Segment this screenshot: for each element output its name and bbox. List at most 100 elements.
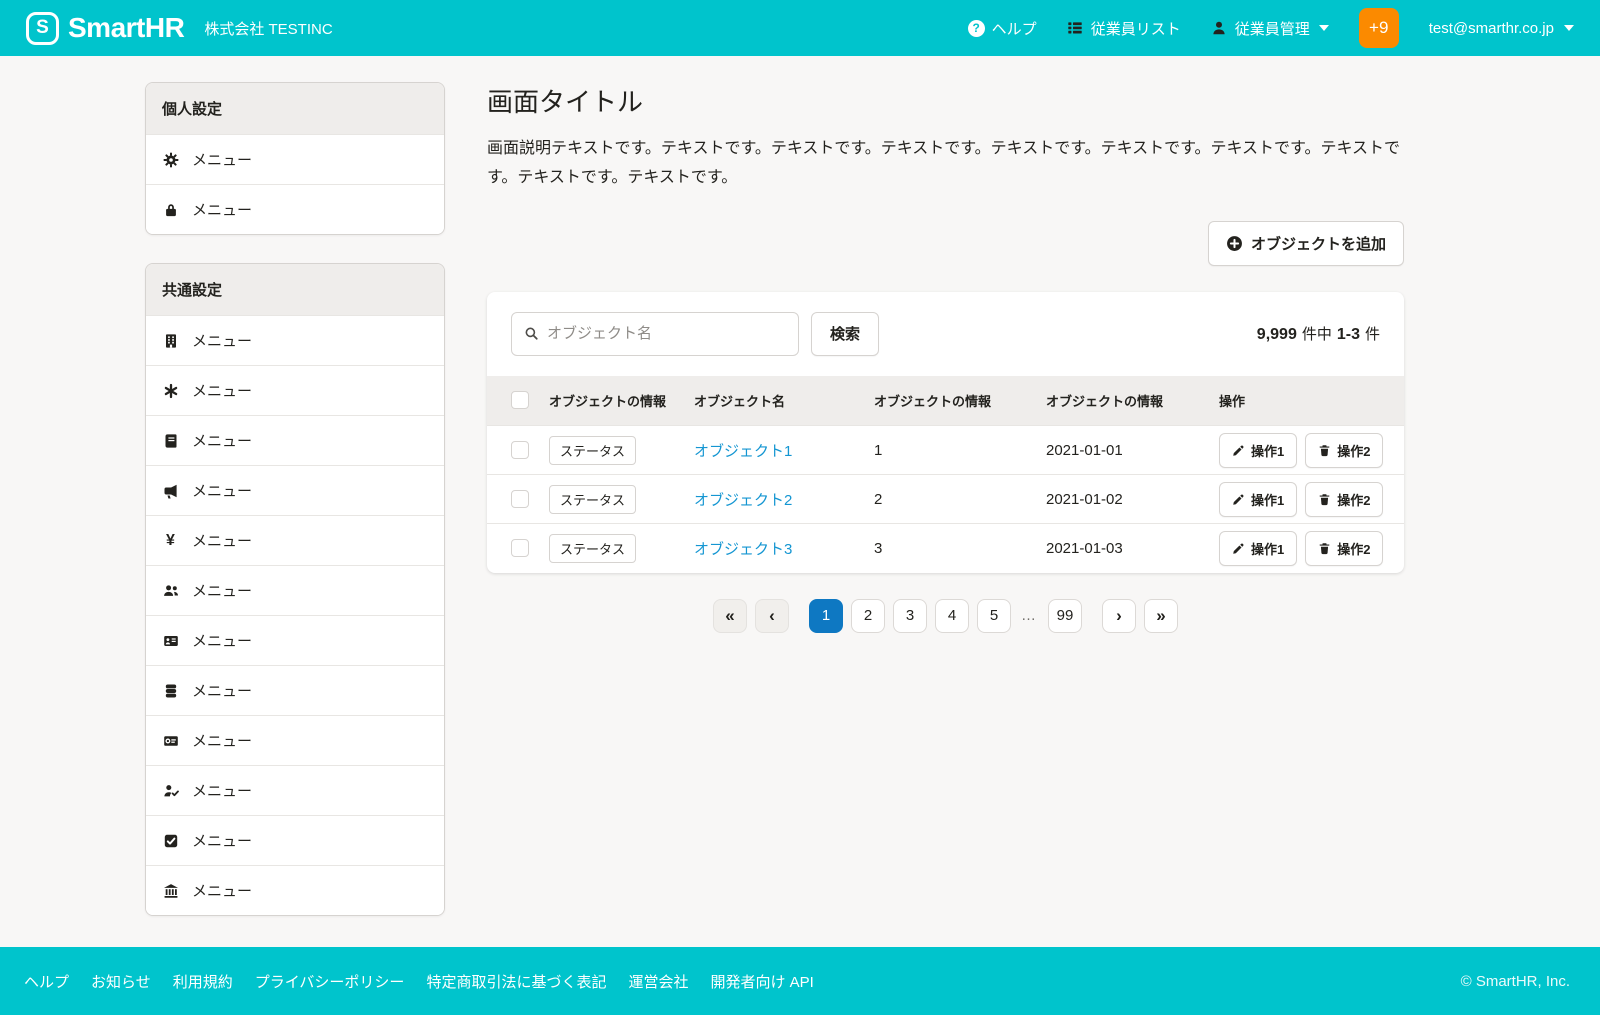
- sidebar-item-asterisk-menu[interactable]: メニュー: [146, 365, 444, 415]
- sidebar-item-label: メニュー: [192, 330, 252, 351]
- object-info: 1: [864, 426, 1036, 475]
- table-row: ステータス オブジェクト3 3 2021-01-03 操作1: [487, 524, 1404, 573]
- building-icon: [162, 332, 179, 349]
- sidebar-section-common: 共通設定 メニュー メニュー メニュー: [145, 263, 445, 916]
- sidebar-item-megaphone-menu[interactable]: メニュー: [146, 465, 444, 515]
- object-link[interactable]: オブジェクト1: [694, 443, 792, 460]
- result-total: 9,999: [1257, 326, 1297, 344]
- account-menu[interactable]: test@smarthr.co.jp: [1429, 20, 1574, 37]
- add-object-button[interactable]: オブジェクトを追加: [1208, 221, 1404, 266]
- sidebar-item-building-menu[interactable]: メニュー: [146, 316, 444, 365]
- id-card-icon: [162, 632, 179, 649]
- notification-badge[interactable]: +9: [1359, 8, 1399, 48]
- header-nav: ヘルプ 従業員リスト 従業員管理 +9 test@smarthr.co.jp: [968, 8, 1574, 48]
- footer-link-help[interactable]: ヘルプ: [24, 971, 69, 992]
- page-button-2[interactable]: 2: [851, 599, 885, 633]
- sidebar-item-users-menu[interactable]: メニュー: [146, 565, 444, 615]
- page-button-4[interactable]: 4: [935, 599, 969, 633]
- sidebar-item-gear-menu[interactable]: メニュー: [146, 135, 444, 184]
- object-date: 2021-01-02: [1036, 475, 1209, 524]
- sidebar-item-label: メニュー: [192, 830, 252, 851]
- sidebar-item-checkbox-menu[interactable]: メニュー: [146, 815, 444, 865]
- row-checkbox[interactable]: [511, 490, 529, 508]
- asterisk-icon: [162, 382, 179, 399]
- footer-link-news[interactable]: お知らせ: [91, 971, 151, 992]
- pencil-icon: [1232, 444, 1245, 457]
- sidebar-item-yen-menu[interactable]: メニュー: [146, 515, 444, 565]
- employee-admin-dropdown[interactable]: 従業員管理: [1211, 18, 1329, 39]
- column-header: オブジェクト名: [684, 376, 864, 426]
- yen-icon: [162, 532, 179, 549]
- page-button-99[interactable]: 99: [1048, 599, 1082, 633]
- sidebar-item-book-menu[interactable]: メニュー: [146, 415, 444, 465]
- status-badge: ステータス: [549, 534, 636, 563]
- employee-list-button[interactable]: 従業員リスト: [1067, 18, 1181, 39]
- result-range: 1-3: [1337, 326, 1360, 344]
- megaphone-icon: [162, 482, 179, 499]
- first-page-button[interactable]: «: [713, 599, 747, 633]
- last-page-button[interactable]: »: [1144, 599, 1178, 633]
- edit-action-button[interactable]: 操作1: [1219, 531, 1297, 566]
- row-checkbox[interactable]: [511, 441, 529, 459]
- delete-action-button[interactable]: 操作2: [1305, 482, 1383, 517]
- footer-link-developer-api[interactable]: 開発者向け API: [710, 971, 813, 992]
- trash-icon: [1318, 493, 1331, 506]
- page-button-1[interactable]: 1: [809, 599, 843, 633]
- smarthr-logo[interactable]: S SmartHR: [26, 12, 184, 45]
- sidebar-item-bank-menu[interactable]: メニュー: [146, 865, 444, 915]
- sidebar-item-database-menu[interactable]: メニュー: [146, 665, 444, 715]
- main-panel: 画面タイトル 画面説明テキストです。テキストです。テキストです。テキストです。テ…: [487, 82, 1404, 633]
- footer-links: ヘルプ お知らせ 利用規約 プライバシーポリシー 特定商取引法に基づく表記 運営…: [24, 971, 814, 992]
- select-all-checkbox[interactable]: [511, 391, 529, 409]
- help-question-icon: [968, 20, 985, 37]
- edit-action-button[interactable]: 操作1: [1219, 433, 1297, 468]
- table-row: ステータス オブジェクト1 1 2021-01-01 操作1: [487, 426, 1404, 475]
- sidebar-item-person-check-menu[interactable]: メニュー: [146, 765, 444, 815]
- sidebar-item-label: メニュー: [192, 480, 252, 501]
- edit-action-button[interactable]: 操作1: [1219, 482, 1297, 517]
- page-button-3[interactable]: 3: [893, 599, 927, 633]
- delete-action-button[interactable]: 操作2: [1305, 531, 1383, 566]
- footer-link-commerce-law[interactable]: 特定商取引法に基づく表記: [426, 971, 606, 992]
- page-button-5[interactable]: 5: [977, 599, 1011, 633]
- status-badge: ステータス: [549, 436, 636, 465]
- search-box: [511, 312, 799, 356]
- content-area: 個人設定 メニュー メニュー 共通設定 メニュー: [0, 56, 1600, 921]
- caret-down-icon: [1319, 25, 1329, 31]
- help-button[interactable]: ヘルプ: [968, 18, 1037, 39]
- pagination: « ‹ 1 2 3 4 5 … 99 › »: [487, 599, 1404, 633]
- result-count: 9,999 件中 1-3 件: [1257, 323, 1380, 344]
- footer-link-terms[interactable]: 利用規約: [173, 971, 233, 992]
- page-title: 画面タイトル: [487, 82, 1404, 119]
- sidebar-item-label: メニュー: [192, 149, 252, 170]
- search-icon: [524, 326, 539, 341]
- sidebar-item-lock-menu[interactable]: メニュー: [146, 184, 444, 234]
- sidebar-item-label: メニュー: [192, 630, 252, 651]
- lock-icon: [162, 201, 179, 218]
- employee-admin-label: 従業員管理: [1235, 18, 1310, 39]
- sidebar-item-label: メニュー: [192, 199, 252, 220]
- sidebar-item-label: メニュー: [192, 880, 252, 901]
- next-page-button[interactable]: ›: [1102, 599, 1136, 633]
- sidebar-item-label: メニュー: [192, 430, 252, 451]
- list-icon: [1067, 20, 1084, 37]
- sidebar-section-title: 個人設定: [146, 83, 444, 135]
- sidebar-section-personal: 個人設定 メニュー メニュー: [145, 82, 445, 235]
- users-icon: [162, 582, 179, 599]
- prev-page-button[interactable]: ‹: [755, 599, 789, 633]
- sidebar-item-payment-card-menu[interactable]: メニュー: [146, 715, 444, 765]
- footer-link-privacy[interactable]: プライバシーポリシー: [255, 971, 405, 992]
- search-button[interactable]: 検索: [811, 312, 879, 356]
- gear-icon: [162, 151, 179, 168]
- object-link[interactable]: オブジェクト2: [694, 492, 792, 509]
- object-link[interactable]: オブジェクト3: [694, 541, 792, 558]
- payment-card-icon: [162, 732, 179, 749]
- object-name-input[interactable]: [547, 325, 786, 342]
- account-email: test@smarthr.co.jp: [1429, 20, 1554, 37]
- row-checkbox[interactable]: [511, 539, 529, 557]
- sidebar-item-id-card-menu[interactable]: メニュー: [146, 615, 444, 665]
- sidebar-item-label: メニュー: [192, 580, 252, 601]
- footer-link-company[interactable]: 運営会社: [628, 971, 688, 992]
- checkbox-check-icon: [162, 832, 179, 849]
- delete-action-button[interactable]: 操作2: [1305, 433, 1383, 468]
